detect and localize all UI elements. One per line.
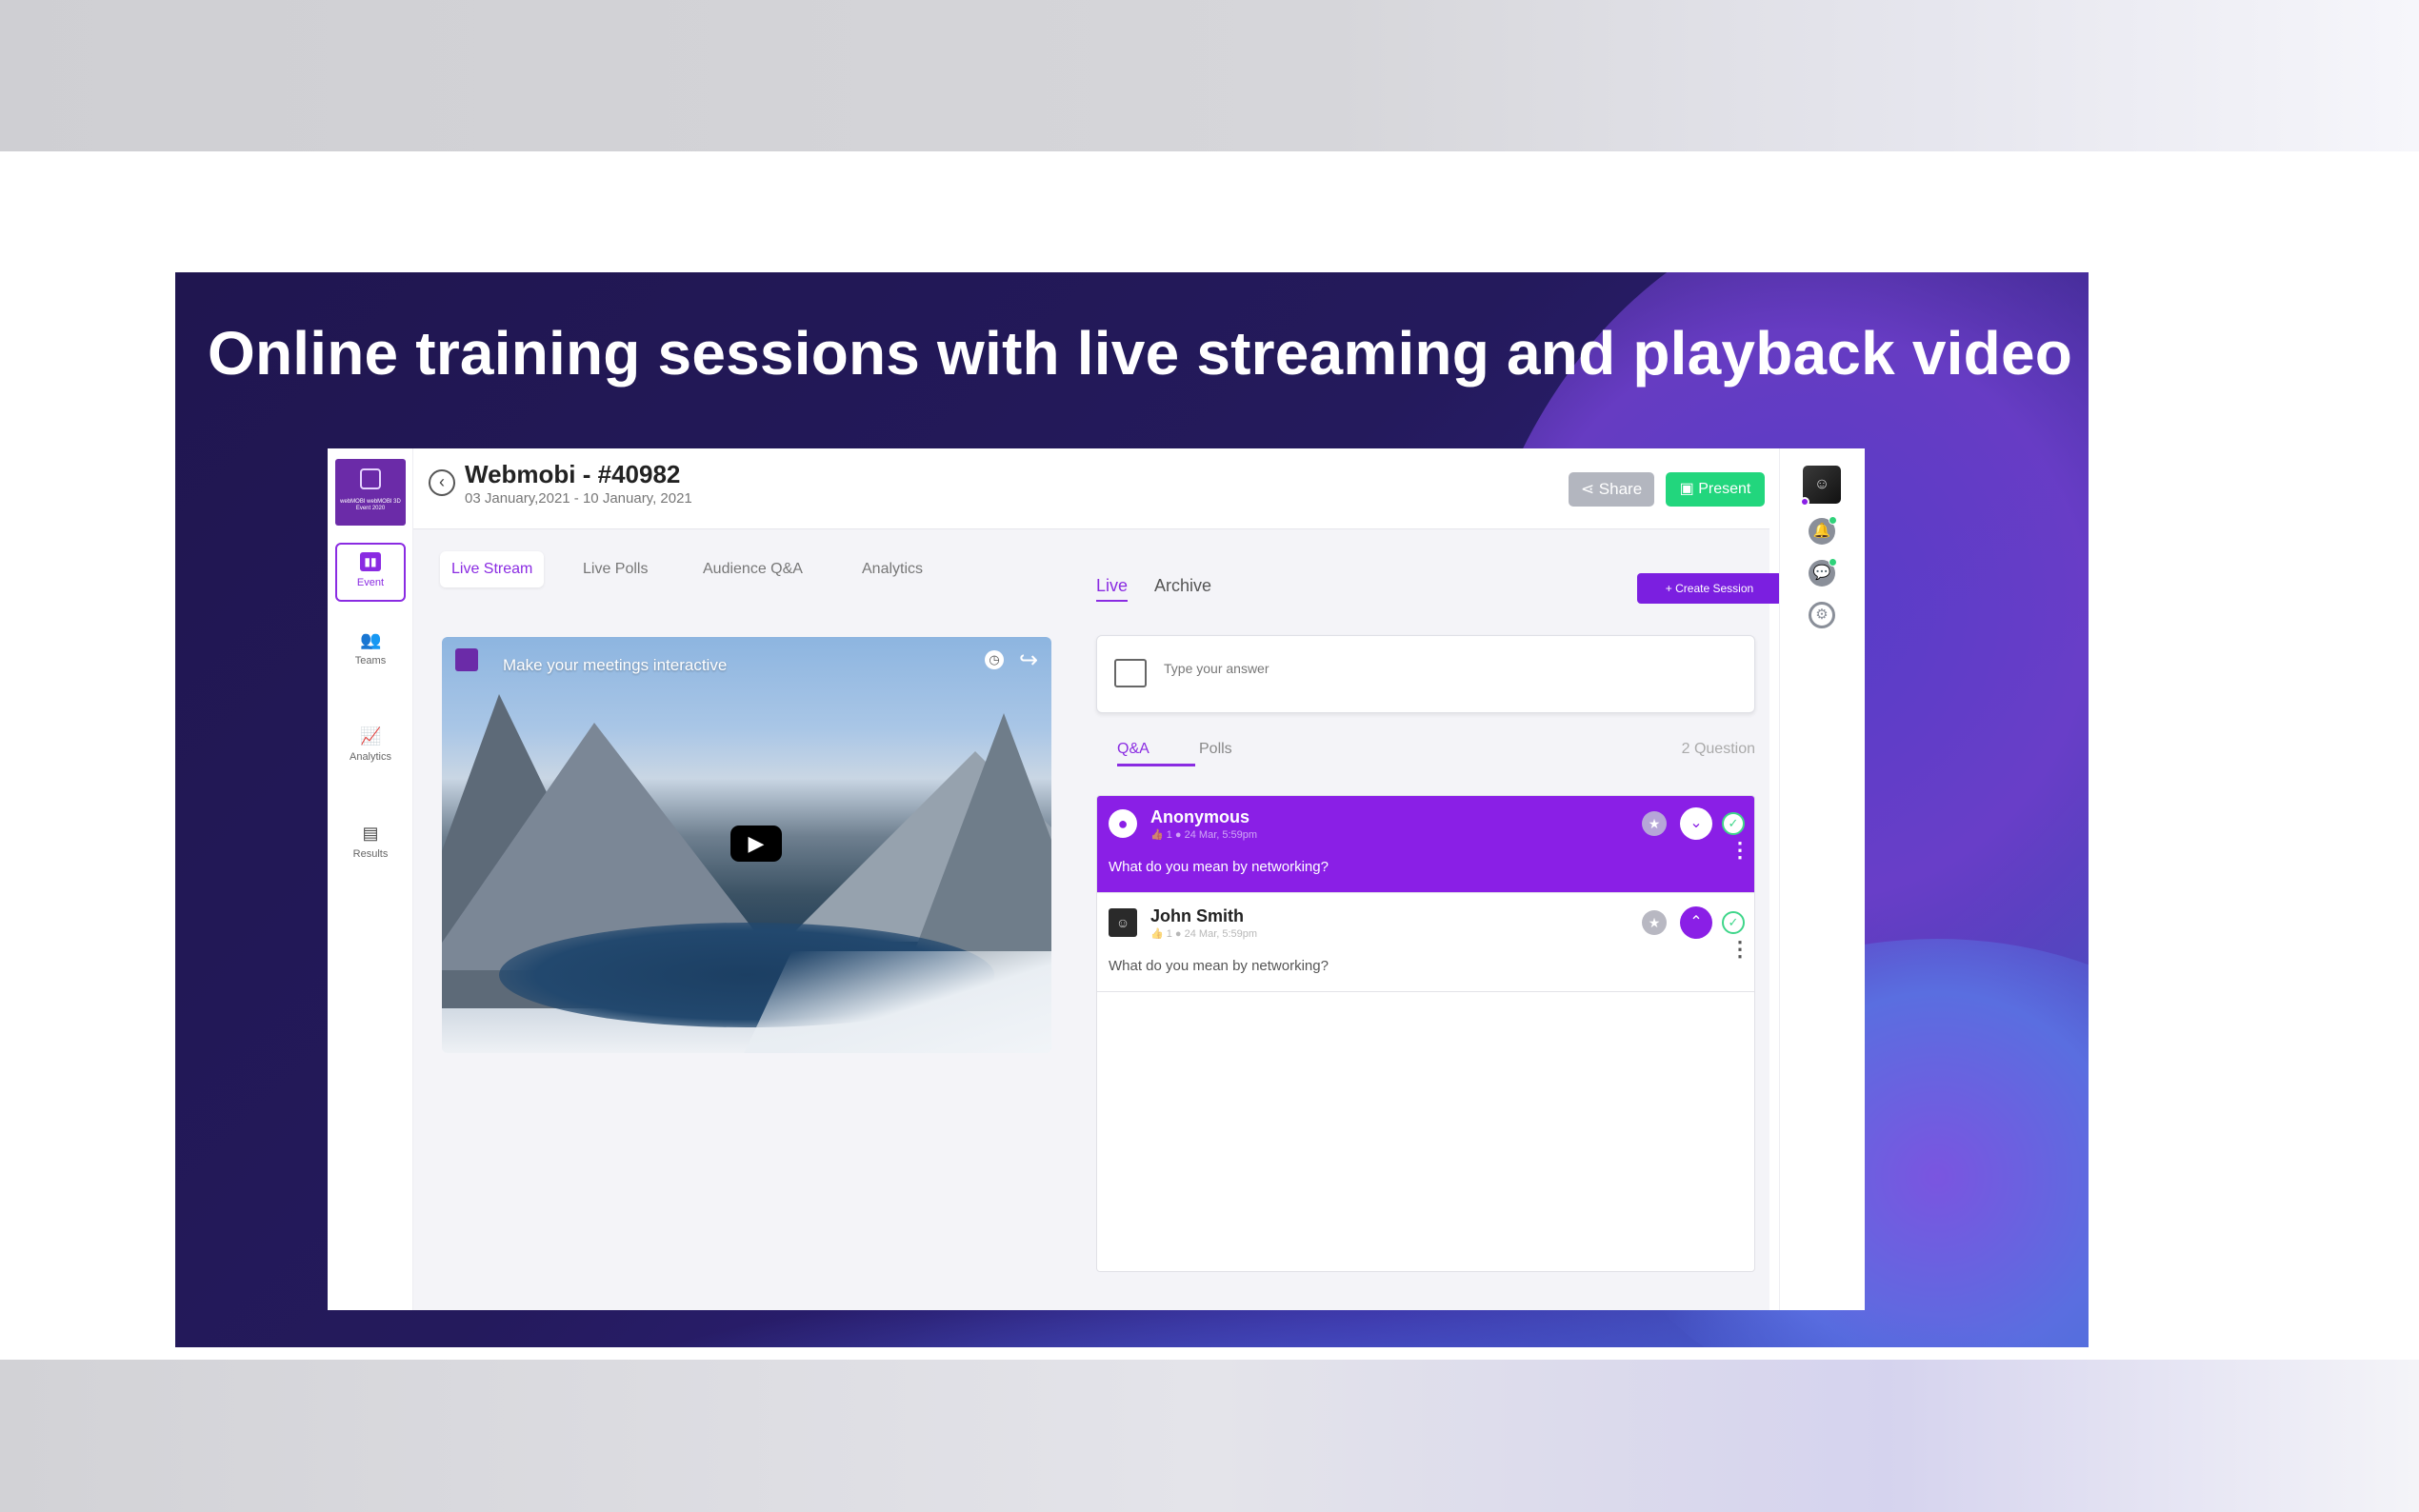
logo-mark-icon [360,468,381,489]
question-text: What do you mean by networking? [1109,859,1329,875]
channel-logo-icon [455,648,478,671]
promo-banner: Online training sessions with live strea… [175,272,2089,1347]
bottom-backdrop [0,1360,2419,1512]
headline: Online training sessions with live strea… [208,319,2073,388]
logo-text: webMOBI webMOBI 3D Event 2020 [340,499,401,511]
team-icon: 👥 [360,630,382,649]
chevron-up-icon[interactable]: ⌃ [1680,906,1712,939]
star-icon[interactable]: ★ [1642,910,1667,935]
present-icon: ▣ [1679,481,1699,497]
video-title: Make your meetings interactive [503,656,728,674]
sidebar-item-teams[interactable]: 👥 Teams [335,623,406,682]
tab-polls[interactable]: Polls [1199,741,1232,758]
analytics-icon: 📈 [360,726,382,746]
sidebar-item-label: Teams [354,655,387,666]
qa-tabs: Q&A Polls 2 Question [1096,741,1755,769]
tab-live[interactable]: Live [1096,576,1129,602]
tab-audience-qa[interactable]: Audience Q&A [691,551,814,587]
question-item[interactable]: ● Anonymous 👍 1 ● 24 Mar, 5:59pm What do… [1097,796,1754,893]
question-author: John Smith [1150,906,1244,925]
video-player[interactable]: Make your meetings interactive ◷ ↪ ▶ [442,637,1051,1053]
top-bar: ‹ Webmobi - #40982 03 January,2021 - 10 … [413,448,1769,529]
tab-live-polls[interactable]: Live Polls [571,551,659,587]
present-label: Present [1698,481,1751,497]
question-item[interactable]: ☺ John Smith 👍 1 ● 24 Mar, 5:59pm What d… [1097,895,1754,992]
event-title: Webmobi - #40982 [465,460,681,488]
gear-icon[interactable]: ⚙ [1809,602,1835,628]
sidebar-item-analytics[interactable]: 📈 Analytics [335,719,406,778]
share-icon: ⋖ [1580,480,1599,498]
question-count: 2 Question [1681,741,1755,757]
watch-later-icon[interactable]: ◷ [985,650,1004,669]
chevron-down-icon[interactable]: ⌄ [1680,807,1712,840]
question-meta: 👍 1 ● 24 Mar, 5:59pm [1150,829,1258,841]
approve-check-icon[interactable]: ✓ [1722,812,1745,835]
avatar: ☺ [1109,908,1137,937]
tab-live-stream[interactable]: Live Stream [440,551,545,587]
question-list: ● Anonymous 👍 1 ● 24 Mar, 5:59pm What do… [1096,795,1755,1272]
user-avatar[interactable]: ☺ [1800,466,1841,507]
sidebar-item-results[interactable]: ▤ Results [335,816,406,875]
app-window: webMOBI webMOBI 3D Event 2020 ▮▮ Event 👥… [328,448,1865,1310]
event-dates: 03 January,2021 - 10 January, 2021 [465,490,692,507]
anonymous-avatar-icon: ● [1109,809,1137,838]
tab-archive[interactable]: Archive [1154,576,1211,596]
tab-analytics[interactable]: Analytics [850,551,934,587]
share-video-icon[interactable]: ↪ [1019,647,1038,674]
back-button[interactable]: ‹ [429,469,455,496]
tab-qa-label: Q&A [1117,741,1150,757]
right-sidebar: ☺ 🔔 💬 ⚙ [1779,448,1865,1310]
sidebar-item-label: Results [352,848,389,860]
sidebar-item-event[interactable]: ▮▮ Event [335,543,406,602]
bar-chart-icon: ▮▮ [360,552,381,571]
notification-badge [1829,516,1837,525]
results-icon: ▤ [362,824,379,843]
share-button[interactable]: ⋖ Share [1569,472,1654,507]
question-text: What do you mean by networking? [1109,958,1329,974]
notification-icon[interactable]: 🔔 [1809,516,1837,545]
main-panel: ‹ Webmobi - #40982 03 January,2021 - 10 … [413,448,1823,1310]
answer-input[interactable]: Type your answer [1096,635,1755,713]
message-icon [1114,659,1147,687]
create-session-button[interactable]: + Create Session [1637,573,1782,604]
star-icon[interactable]: ★ [1642,811,1667,836]
more-options-icon[interactable]: ⋮ [1729,939,1750,960]
present-button[interactable]: ▣ Present [1666,472,1765,507]
chat-badge [1829,558,1837,567]
question-author: Anonymous [1150,807,1250,826]
top-backdrop [0,0,2419,151]
question-meta: 👍 1 ● 24 Mar, 5:59pm [1150,928,1258,940]
approve-check-icon[interactable]: ✓ [1722,911,1745,934]
share-label: Share [1598,480,1643,498]
play-button[interactable]: ▶ [730,826,782,862]
event-logo[interactable]: webMOBI webMOBI 3D Event 2020 [335,459,406,526]
left-sidebar: webMOBI webMOBI 3D Event 2020 ▮▮ Event 👥… [328,448,413,1310]
chat-icon[interactable]: 💬 [1809,558,1837,587]
more-options-icon[interactable]: ⋮ [1729,840,1750,861]
tab-qa[interactable]: Q&A [1117,741,1195,766]
sidebar-item-label: Analytics [349,751,392,763]
sidebar-item-label: Event [356,577,385,588]
answer-placeholder: Type your answer [1164,661,1269,676]
online-status-dot [1800,497,1809,507]
